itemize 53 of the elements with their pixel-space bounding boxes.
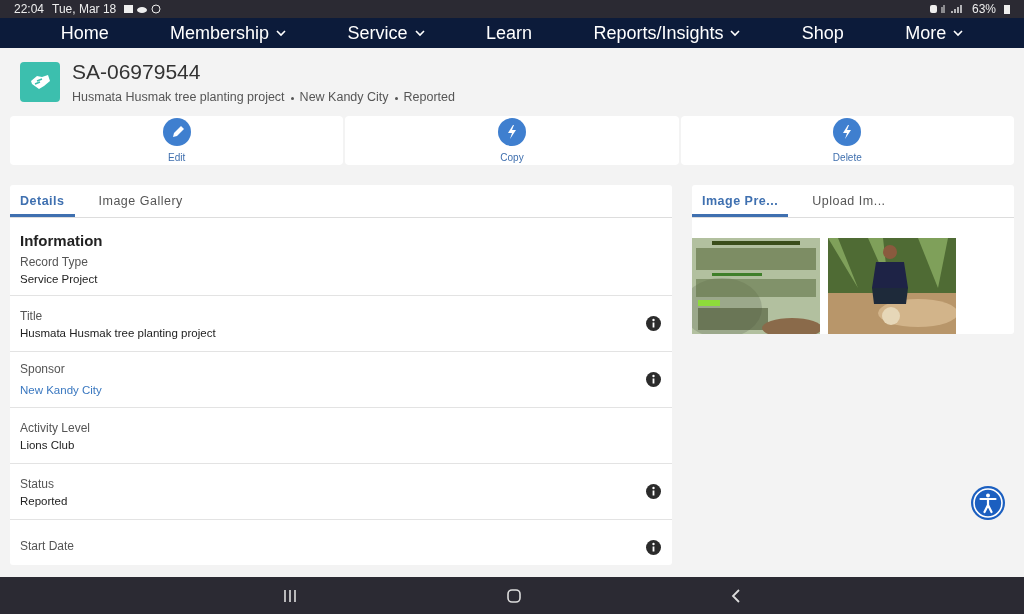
home-icon[interactable] bbox=[507, 588, 521, 603]
field-value: Service Project bbox=[20, 273, 98, 285]
field-label: Activity Level bbox=[20, 420, 91, 435]
field-value: Husmata Husmak tree planting project bbox=[20, 326, 216, 339]
battery-icon bbox=[1004, 4, 1010, 14]
accessibility-button[interactable] bbox=[970, 485, 1006, 521]
status-time: 22:04 bbox=[14, 2, 45, 16]
field-label: Title bbox=[20, 308, 44, 323]
field-label: Sponsor bbox=[20, 361, 66, 376]
field-value: Reported bbox=[20, 494, 68, 507]
tab[interactable]: Image Gallery bbox=[88, 185, 193, 217]
signal-icons bbox=[929, 4, 964, 14]
field-value: Lions Club bbox=[20, 438, 76, 451]
field-label: Record Type bbox=[20, 255, 89, 269]
action-button[interactable]: Delete bbox=[680, 116, 1014, 165]
lightning-icon bbox=[498, 118, 526, 146]
lightning-icon bbox=[833, 118, 862, 146]
chevron-icon bbox=[730, 29, 741, 37]
pencil-icon bbox=[162, 118, 191, 146]
info-icon[interactable] bbox=[646, 372, 661, 387]
battery-level: 63% bbox=[971, 2, 996, 16]
nav-item[interactable]: Home bbox=[54, 22, 115, 44]
info-icon[interactable] bbox=[646, 540, 661, 555]
nav-item[interactable]: More bbox=[899, 22, 970, 44]
field-link[interactable]: New Kandy City bbox=[20, 383, 102, 396]
separator-dot bbox=[290, 96, 294, 100]
nav-item[interactable]: Learn bbox=[479, 22, 538, 44]
field-label: Status bbox=[20, 476, 56, 491]
back-icon[interactable] bbox=[731, 588, 741, 603]
record-subtitle: Reported bbox=[403, 90, 455, 104]
section-title: Information bbox=[19, 231, 104, 251]
action-button[interactable]: Edit bbox=[10, 116, 344, 165]
chevron-icon bbox=[276, 29, 287, 37]
tab[interactable]: Details bbox=[10, 185, 75, 217]
handshake-icon bbox=[20, 62, 60, 102]
chevron-icon bbox=[953, 29, 964, 37]
nav-item[interactable]: Service bbox=[341, 22, 431, 44]
action-button[interactable]: Copy bbox=[345, 116, 679, 165]
info-icon[interactable] bbox=[646, 484, 661, 499]
field-label: Start Date bbox=[20, 538, 75, 553]
nav-item[interactable]: Shop bbox=[795, 22, 850, 44]
record-subtitle: Husmata Husmak tree planting project bbox=[72, 90, 285, 104]
chevron-icon bbox=[414, 29, 425, 37]
status-date: Tue, Mar 18 bbox=[52, 2, 117, 16]
nav-item[interactable]: Membership bbox=[164, 22, 293, 44]
record-title: SA-06979544 bbox=[72, 60, 202, 84]
separator-dot bbox=[394, 96, 398, 100]
tab[interactable]: Upload Im... bbox=[802, 185, 896, 217]
record-subtitle: New Kandy City bbox=[299, 90, 389, 104]
info-icon[interactable] bbox=[646, 316, 661, 331]
tab[interactable]: Image Pre... bbox=[692, 185, 789, 217]
recent-apps-icon[interactable] bbox=[283, 589, 297, 602]
nav-item[interactable]: Reports/Insights bbox=[587, 22, 747, 44]
